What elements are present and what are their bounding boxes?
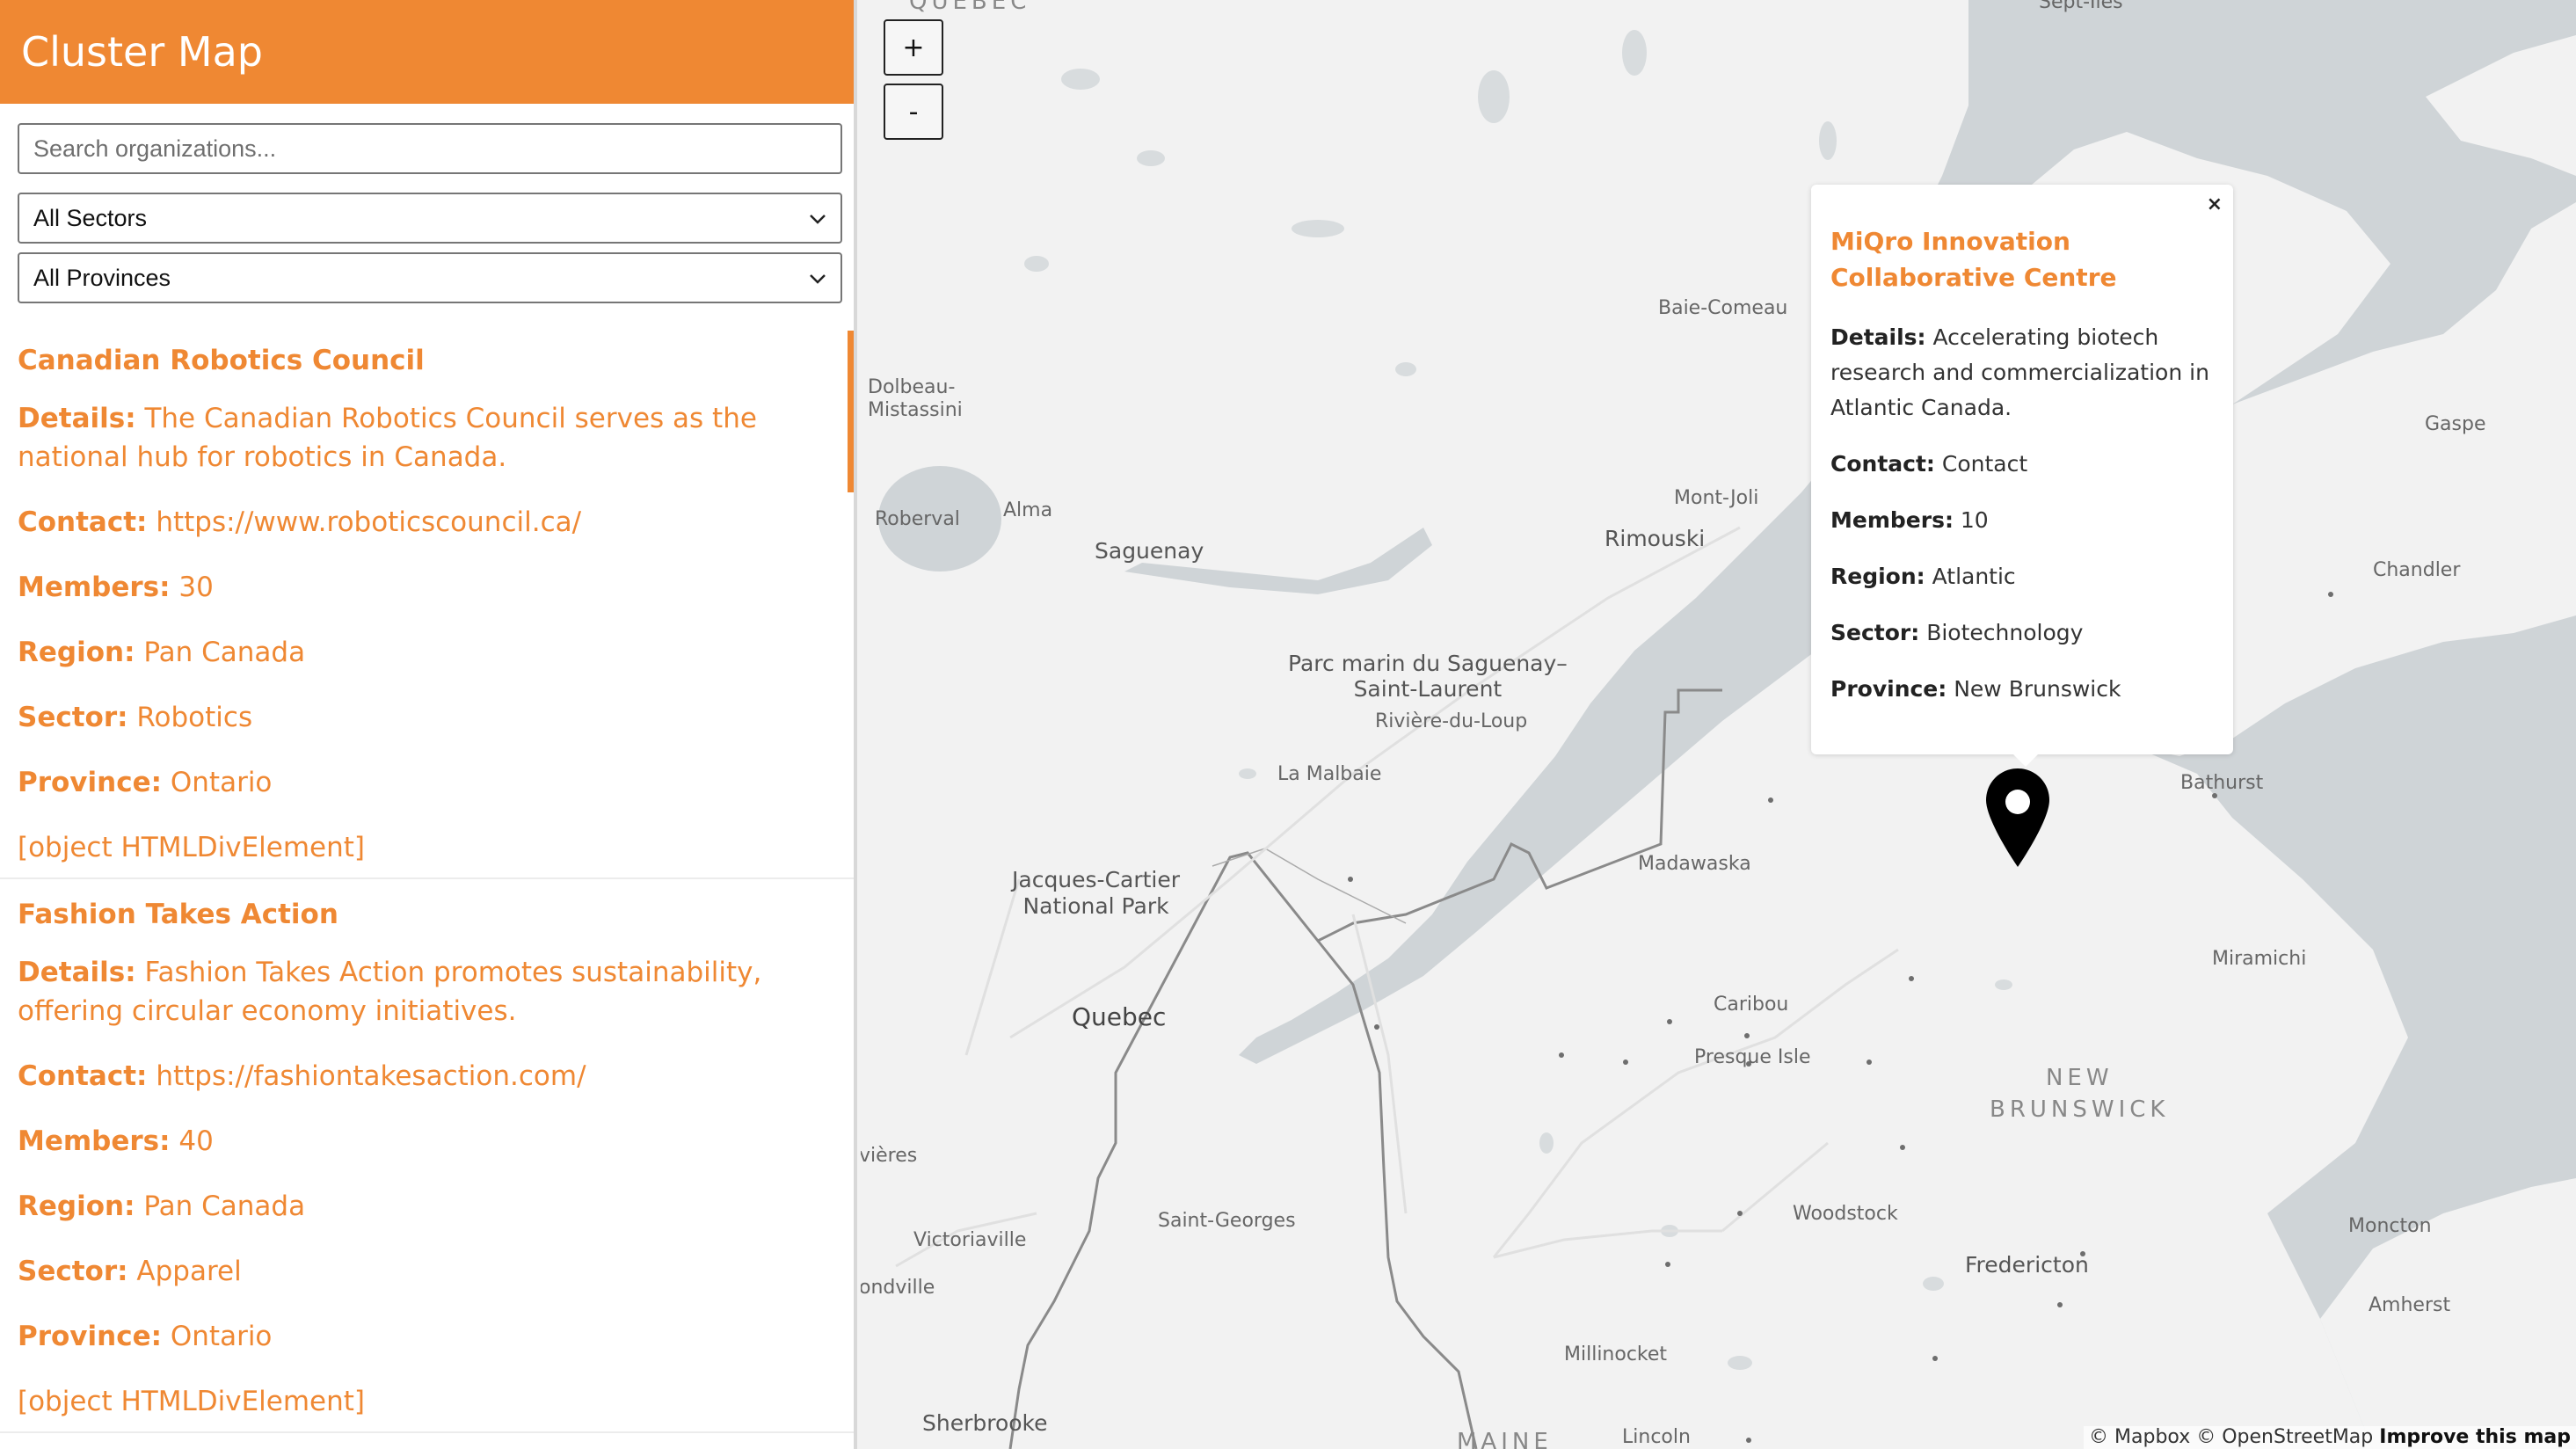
org-name[interactable]: Fashion Takes Action <box>18 899 833 930</box>
map-label: Amherst <box>2369 1294 2451 1316</box>
org-details: Details: The Canadian Robotics Council s… <box>18 403 757 473</box>
map-label: Rivière-du-Loup <box>1375 710 1528 732</box>
scrollbar-thumb[interactable] <box>848 331 854 492</box>
map-label: Fredericton <box>1965 1252 2089 1278</box>
map-label: Sept-Îles <box>2039 0 2123 13</box>
map-label: Caribou <box>1714 994 1789 1016</box>
org-region: Region: Pan Canada <box>18 1191 306 1222</box>
popup-tip <box>2013 754 2038 767</box>
org-province: Province: Ontario <box>18 767 273 798</box>
map-label: Madawaska <box>1638 853 1751 875</box>
map-label: Lincoln <box>1622 1426 1691 1448</box>
map-label: vières <box>861 1145 918 1167</box>
province-select[interactable]: All Provinces <box>18 252 842 303</box>
org-extra: [object HTMLDivElement] <box>18 1386 366 1417</box>
org-region: Region: Pan Canada <box>18 637 306 668</box>
map-label: Jacques-Cartier National Park <box>1012 867 1181 919</box>
contact-link[interactable]: https://www.roboticscouncil.ca/ <box>156 506 581 538</box>
app-header: Cluster Map <box>0 0 854 104</box>
map-label: ondville <box>861 1277 935 1299</box>
chevron-down-icon <box>810 274 826 284</box>
org-members: Members: 30 <box>18 572 214 603</box>
map-label: Dolbeau- Mistassini <box>868 376 963 421</box>
zoom-out-button[interactable]: - <box>884 84 943 140</box>
org-details: Details: Fashion Takes Action promotes s… <box>18 957 762 1027</box>
map-popup: × MiQro Innovation Collaborative Centre … <box>1811 185 2233 767</box>
org-contact: Contact: https://fashiontakesaction.com/ <box>18 1060 586 1092</box>
map-pin-icon[interactable] <box>1984 767 2051 869</box>
map-label: Chandler <box>2373 559 2461 581</box>
contact-link[interactable]: https://fashiontakesaction.com/ <box>156 1060 586 1092</box>
map-label: Presque Isle <box>1694 1046 1811 1068</box>
popup-sector: Sector: Biotechnology <box>1830 620 2084 645</box>
map-label: Saint-Georges <box>1158 1210 1296 1232</box>
map-label: Millinocket <box>1564 1343 1668 1365</box>
map-label: Alma <box>1003 499 1053 521</box>
org-province: Province: Ontario <box>18 1321 273 1352</box>
search-input[interactable]: Search organizations... <box>18 123 842 174</box>
sidebar: Cluster Map Search organizations... All … <box>0 0 857 1449</box>
popup-title: MiQro Innovation Collaborative Centre <box>1830 227 2117 292</box>
close-icon[interactable]: × <box>2207 193 2223 215</box>
org-sector: Sector: Robotics <box>18 702 253 733</box>
map-label: Roberval <box>875 508 960 530</box>
org-contact: Contact: https://www.roboticscouncil.ca/ <box>18 506 582 538</box>
map-attribution: © Mapbox © OpenStreetMap Improve this ma… <box>2084 1426 2576 1449</box>
popup-members: Members: 10 <box>1830 507 1989 533</box>
popup-contact: Contact: Contact <box>1830 451 2028 477</box>
popup-province: Province: New Brunswick <box>1830 676 2121 702</box>
province-select-value: All Provinces <box>33 264 171 291</box>
popup-region: Region: Atlantic <box>1830 564 2016 589</box>
map-label: Mont-Joli <box>1674 487 1759 509</box>
map-label: Saguenay <box>1095 538 1204 564</box>
org-members: Members: 40 <box>18 1125 214 1157</box>
list-item[interactable]: Canadian Robotics Council Details: The C… <box>0 325 854 879</box>
chevron-down-icon <box>810 215 826 224</box>
map-label: MAINE <box>1457 1429 1553 1449</box>
org-extra: [object HTMLDivElement] <box>18 832 366 863</box>
org-name[interactable]: Canadian Robotics Council <box>18 345 833 376</box>
map-label: Sherbrooke <box>922 1410 1048 1436</box>
map-label: Gaspe <box>2425 413 2486 435</box>
map-base-layer <box>861 0 2576 1449</box>
map-label: La Malbaie <box>1277 763 1382 785</box>
map-label: Quebec <box>1072 1002 1167 1031</box>
map-label: NEW BRUNSWICK <box>1990 1065 2170 1123</box>
zoom-in-button[interactable]: + <box>884 19 943 76</box>
map-label: Baie-Comeau <box>1658 297 1788 319</box>
results-list[interactable]: Canadian Robotics Council Details: The C… <box>0 325 854 1449</box>
map-label: Victoriaville <box>913 1229 1027 1251</box>
sector-select-value: All Sectors <box>33 204 148 231</box>
search-placeholder: Search organizations... <box>33 135 277 162</box>
map-label: Parc marin du Saguenay– Saint-Laurent <box>1288 651 1568 702</box>
map-label: Miramichi <box>2212 948 2307 970</box>
improve-map-link[interactable]: Improve this map <box>2379 1426 2571 1448</box>
popup-details: Details: Accelerating biotech research a… <box>1830 324 2209 420</box>
map-label: Bathurst <box>2180 772 2264 794</box>
app-title: Cluster Map <box>21 28 263 76</box>
popup-contact-link[interactable]: Contact <box>1942 451 2027 477</box>
map-label: Rimouski <box>1605 526 1706 551</box>
map-label: QUEBEC <box>909 0 1031 15</box>
list-item[interactable]: Fashion Takes Action Details: Fashion Ta… <box>0 879 854 1433</box>
org-sector: Sector: Apparel <box>18 1256 242 1287</box>
map-label: Woodstock <box>1793 1203 1898 1225</box>
map-canvas[interactable]: QUEBEC Sept-Îles Baie-Comeau Dolbeau- Mi… <box>861 0 2576 1449</box>
map-label: Moncton <box>2348 1215 2432 1237</box>
sector-select[interactable]: All Sectors <box>18 193 842 244</box>
